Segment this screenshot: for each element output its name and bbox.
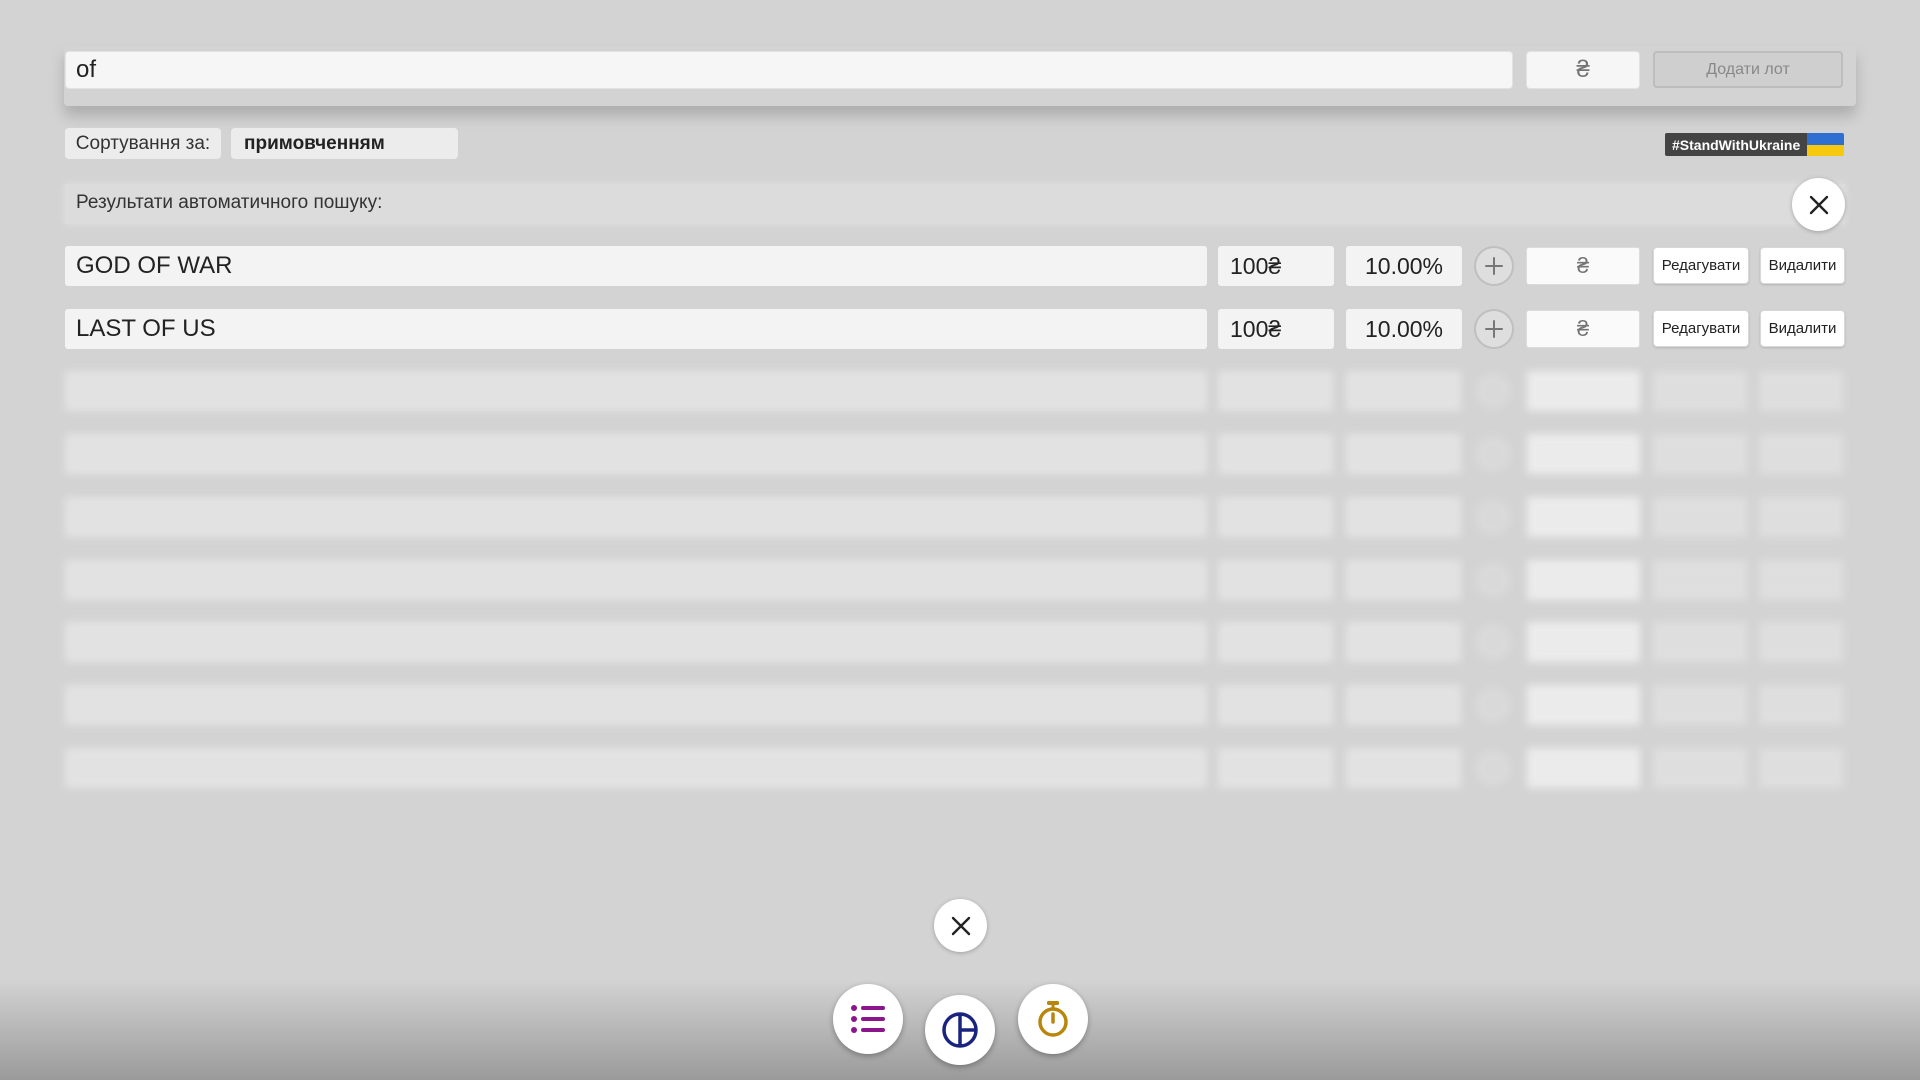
close-results-button[interactable]	[1792, 178, 1845, 231]
pie-chart-icon	[942, 1012, 978, 1048]
row-amount-input[interactable]	[1526, 247, 1640, 285]
timer-button[interactable]	[1018, 984, 1088, 1054]
background-row	[65, 748, 1845, 788]
sort-label: Сортування за:	[65, 128, 221, 159]
close-icon	[951, 916, 970, 935]
list-icon	[851, 1005, 885, 1033]
background-row	[65, 560, 1845, 600]
sort-select[interactable]: примовченням	[231, 128, 458, 159]
add-amount-button[interactable]	[1474, 246, 1514, 286]
background-row	[65, 497, 1845, 537]
edit-button[interactable]: Редагувати	[1653, 310, 1749, 347]
wheel-button[interactable]	[925, 995, 995, 1065]
result-row-name: LAST OF US	[65, 309, 1207, 349]
row-amount-input[interactable]	[1526, 310, 1640, 348]
stopwatch-icon	[1038, 1001, 1068, 1037]
close-menu-button[interactable]	[934, 899, 987, 952]
result-row-price: 100₴	[1218, 246, 1334, 286]
delete-button[interactable]: Видалити	[1760, 247, 1845, 284]
add-amount-button[interactable]	[1474, 309, 1514, 349]
background-row	[65, 622, 1845, 662]
ukraine-flag-icon	[1807, 133, 1844, 156]
result-row-price: 100₴	[1218, 309, 1334, 349]
edit-button[interactable]: Редагувати	[1653, 247, 1749, 284]
plus-icon	[1485, 320, 1503, 338]
lots-list-button[interactable]	[833, 984, 903, 1054]
lot-price-input[interactable]	[1526, 51, 1640, 89]
plus-icon	[1485, 257, 1503, 275]
close-icon	[1809, 195, 1828, 214]
add-lot-button[interactable]: Додати лот	[1653, 51, 1843, 88]
background-row	[65, 685, 1845, 725]
stand-with-ukraine-badge[interactable]: #StandWithUkraine	[1665, 133, 1844, 156]
result-row-name: GOD OF WAR	[65, 246, 1207, 286]
results-label: Результати автоматичного пошуку:	[76, 192, 383, 213]
background-row	[65, 434, 1845, 474]
result-row-percent: 10.00%	[1346, 246, 1462, 286]
background-row	[65, 371, 1845, 411]
badge-text: #StandWithUkraine	[1665, 133, 1808, 156]
result-row-percent: 10.00%	[1346, 309, 1462, 349]
delete-button[interactable]: Видалити	[1760, 310, 1845, 347]
lot-name-input[interactable]	[65, 51, 1513, 89]
